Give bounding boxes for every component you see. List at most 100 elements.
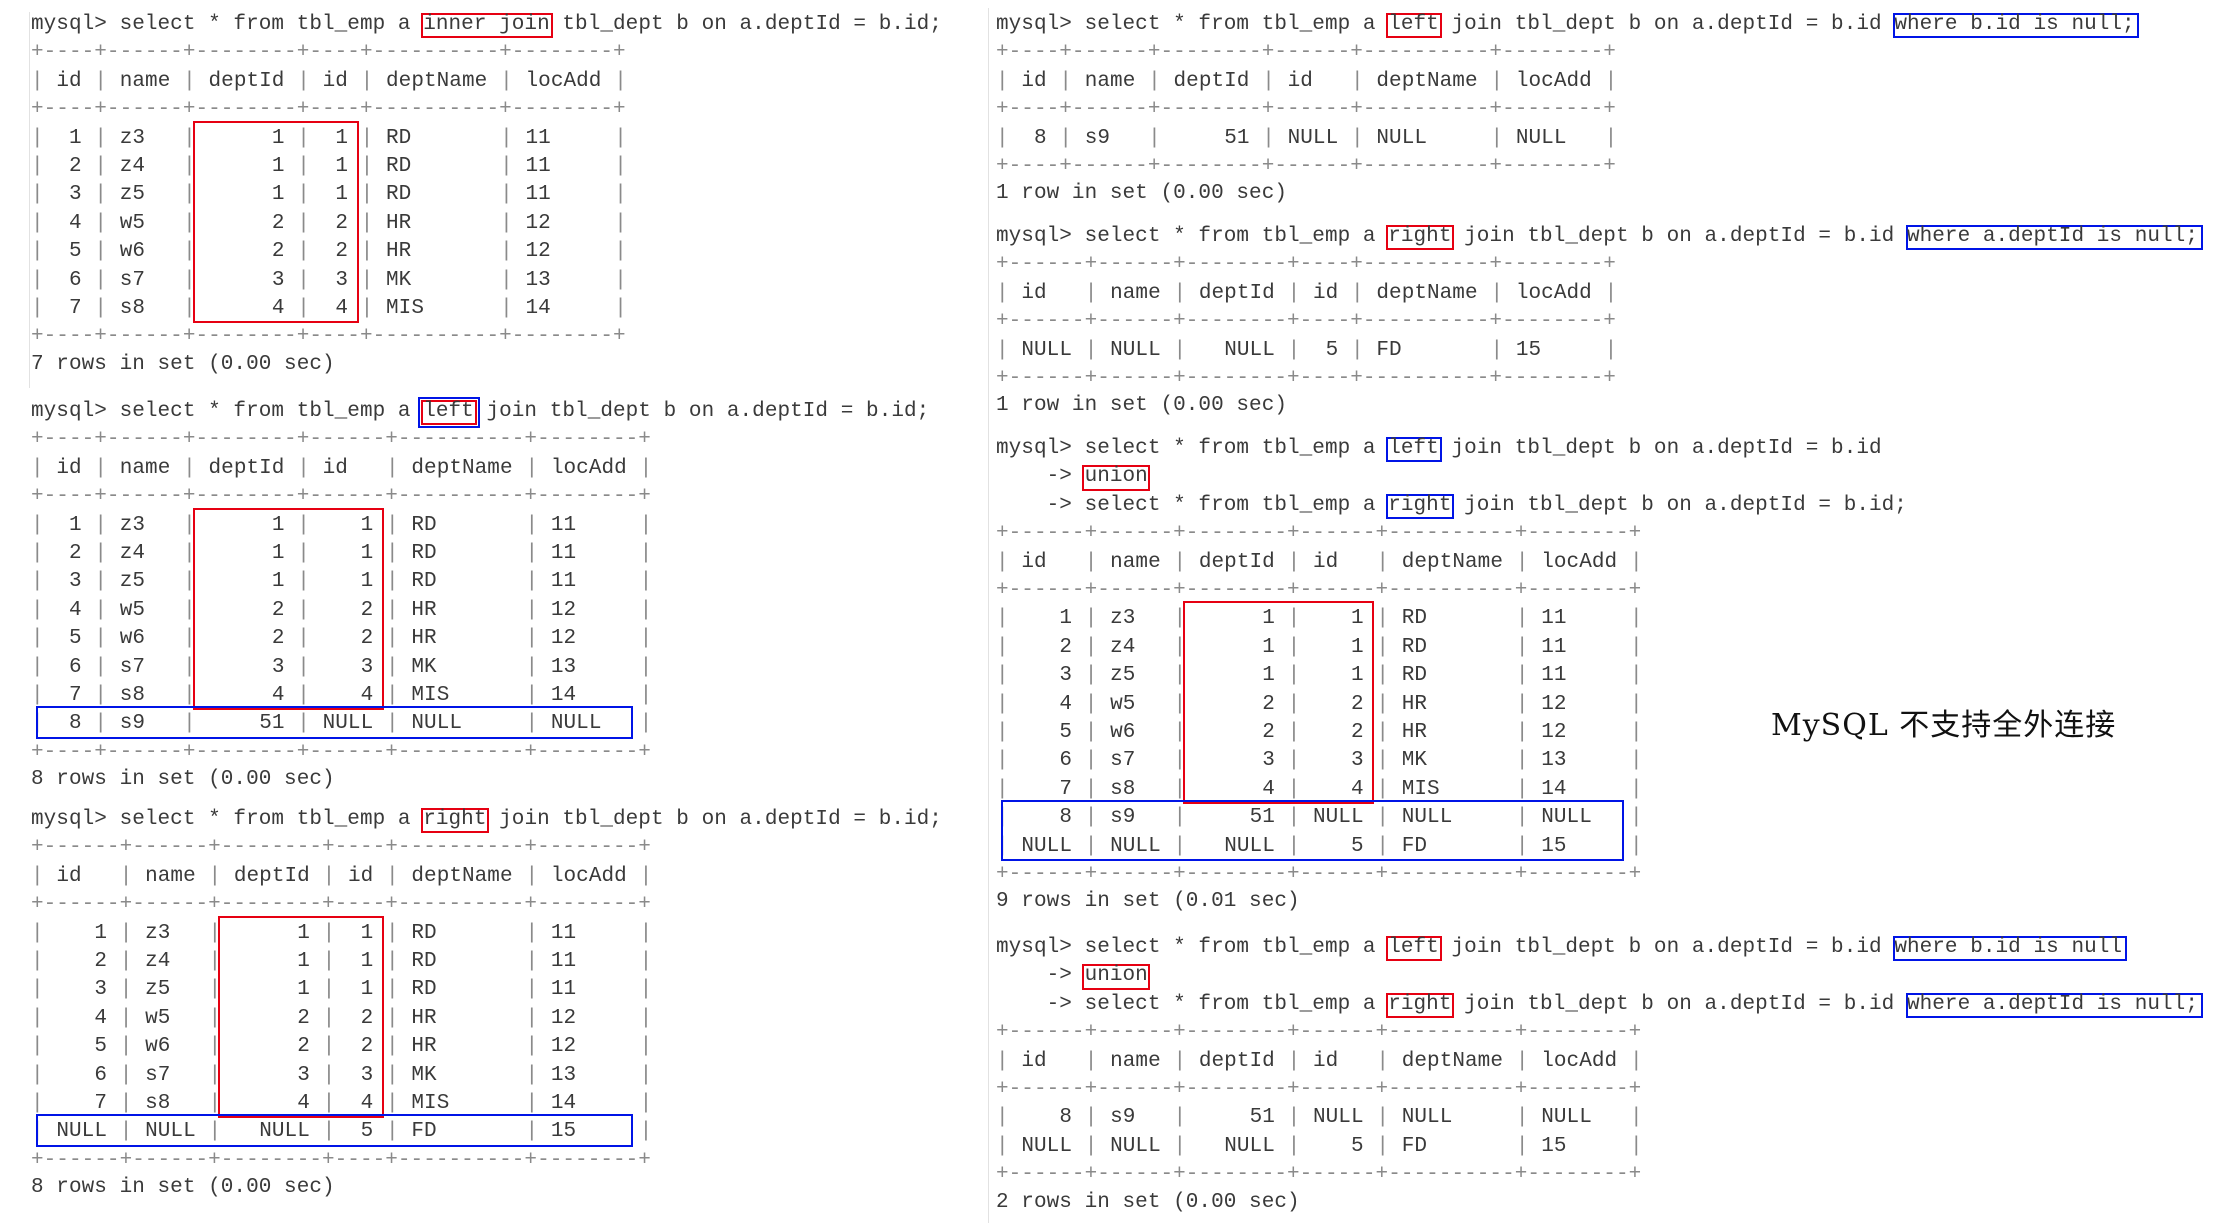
table-cell: 4 — [94, 1006, 108, 1030]
table-border: +------+------+--------+----+----------+… — [996, 310, 1616, 334]
column-separator: | — [297, 655, 310, 679]
table-cell: NULL — [1313, 806, 1364, 830]
column-separator: | — [1630, 1049, 1643, 1073]
table-row: | | | | | | | 5 w6 2 2 HR 12 — [31, 625, 652, 653]
column-separator: | — [208, 978, 222, 1002]
table-cell: 4 — [271, 684, 285, 707]
table-cell: RD — [411, 570, 437, 594]
table-cell: 2 — [271, 598, 285, 622]
table-cell: 51 — [259, 712, 285, 736]
column-separator: | — [639, 1035, 653, 1059]
column-separator: | — [500, 268, 513, 292]
column-separator: | — [94, 155, 108, 178]
column-separator: | — [1262, 126, 1275, 150]
table-cell: 13 — [550, 1063, 577, 1087]
table-cell: s9 — [1110, 1106, 1136, 1130]
column-separator: | — [386, 1035, 399, 1059]
column-separator: | — [386, 684, 399, 707]
column-separator: | — [322, 864, 336, 888]
table-cell: 14 — [525, 297, 551, 320]
column-separator: | — [996, 834, 1009, 858]
column-header: name — [119, 456, 171, 480]
column-separator: | — [1630, 721, 1643, 744]
column-header: id — [1021, 550, 1047, 574]
table-cell: 2 — [271, 627, 285, 651]
column-separator: | — [500, 69, 513, 93]
query-line: mysql> select * from tbl_emp a right joi… — [31, 806, 942, 834]
table-border: +------+------+--------+------+---------… — [996, 522, 1642, 546]
column-separator: | — [1630, 749, 1643, 773]
column-separator: | — [208, 1006, 222, 1030]
column-separator: | — [386, 864, 399, 888]
column-separator: | — [525, 1006, 539, 1030]
column-separator: | — [1515, 749, 1529, 773]
table-cell: 2 — [1262, 692, 1275, 716]
column-separator: | — [31, 542, 44, 565]
table-border: +------+------+--------+------+---------… — [996, 1078, 1642, 1101]
column-separator: | — [614, 211, 627, 235]
column-separator: | — [1604, 69, 1618, 93]
column-header: deptId — [233, 864, 310, 888]
table-row: | | | | | | | 4 w5 2 2 HR 12 — [31, 597, 652, 625]
table-cell: RD — [411, 542, 437, 565]
column-separator: | — [1376, 1106, 1390, 1130]
column-separator: | — [360, 183, 374, 207]
column-header: id — [1021, 69, 1047, 93]
column-separator: | — [614, 155, 627, 178]
table-cell: NULL — [1401, 806, 1453, 830]
column-separator: | — [525, 1120, 539, 1144]
table-cell: 11 — [525, 155, 551, 178]
column-header: deptId — [1173, 69, 1250, 93]
column-separator: | — [996, 126, 1009, 150]
column-header: deptName — [411, 456, 513, 480]
table-cell: 1 — [271, 570, 285, 594]
column-separator: | — [1084, 806, 1098, 830]
table-row: | | | | | | | 8 s9 51 NULL NULL NULL — [996, 804, 1643, 832]
column-separator: | — [1084, 834, 1098, 858]
table-header-row: | | | | | | | id name deptId id deptName locAdd — [31, 455, 652, 483]
table-cell: 5 — [360, 1120, 374, 1144]
column-separator: | — [614, 240, 627, 264]
table-cell: 4 — [1059, 692, 1073, 716]
table-cell: 1 — [1351, 635, 1364, 659]
column-separator: | — [1148, 126, 1161, 150]
table-cell: 11 — [1541, 635, 1567, 659]
table-cell: 12 — [525, 211, 551, 235]
query-text: -> — [996, 964, 1085, 988]
column-separator: | — [119, 921, 133, 945]
column-header: name — [145, 864, 196, 888]
table-cell: NULL — [1541, 1106, 1592, 1130]
table-cell: 4 — [1262, 777, 1275, 801]
table-border: +----+------+--------+----+----------+--… — [31, 41, 626, 65]
column-separator: | — [639, 1092, 653, 1115]
column-separator: | — [1173, 749, 1187, 773]
column-separator: | — [1604, 281, 1618, 305]
table-cell: 4 — [1351, 777, 1364, 801]
table-cell: 1 — [1262, 664, 1275, 688]
column-separator: | — [525, 921, 539, 945]
column-separator: | — [1490, 69, 1504, 93]
column-separator: | — [31, 921, 44, 945]
column-separator: | — [386, 1092, 399, 1115]
table-cell: NULL — [1110, 1134, 1161, 1158]
result-summary: 9 rows in set (0.01 sec) — [996, 890, 1300, 914]
table-cell: NULL — [411, 712, 462, 736]
column-separator: | — [1515, 721, 1529, 744]
column-separator: | — [94, 598, 108, 622]
column-separator: | — [297, 570, 310, 594]
table-cell: 3 — [360, 1063, 374, 1087]
table-cell: 2 — [297, 1006, 310, 1030]
column-separator: | — [322, 950, 336, 973]
column-separator: | — [614, 268, 627, 292]
query-text: mysql> select * from tbl_emp a — [31, 400, 424, 423]
column-separator: | — [1376, 635, 1390, 659]
table-row: | | | | | | | 4 w5 2 2 HR 12 — [31, 1005, 652, 1033]
table-cell: w5 — [145, 1006, 171, 1030]
column-separator: | — [1287, 550, 1301, 574]
column-separator: | — [614, 69, 627, 93]
column-separator: | — [996, 1049, 1009, 1073]
table-cell: 3 — [360, 655, 374, 679]
table-cell: 8 — [1059, 806, 1073, 830]
table-cell: 8 — [69, 712, 82, 736]
column-separator: | — [1630, 692, 1643, 716]
